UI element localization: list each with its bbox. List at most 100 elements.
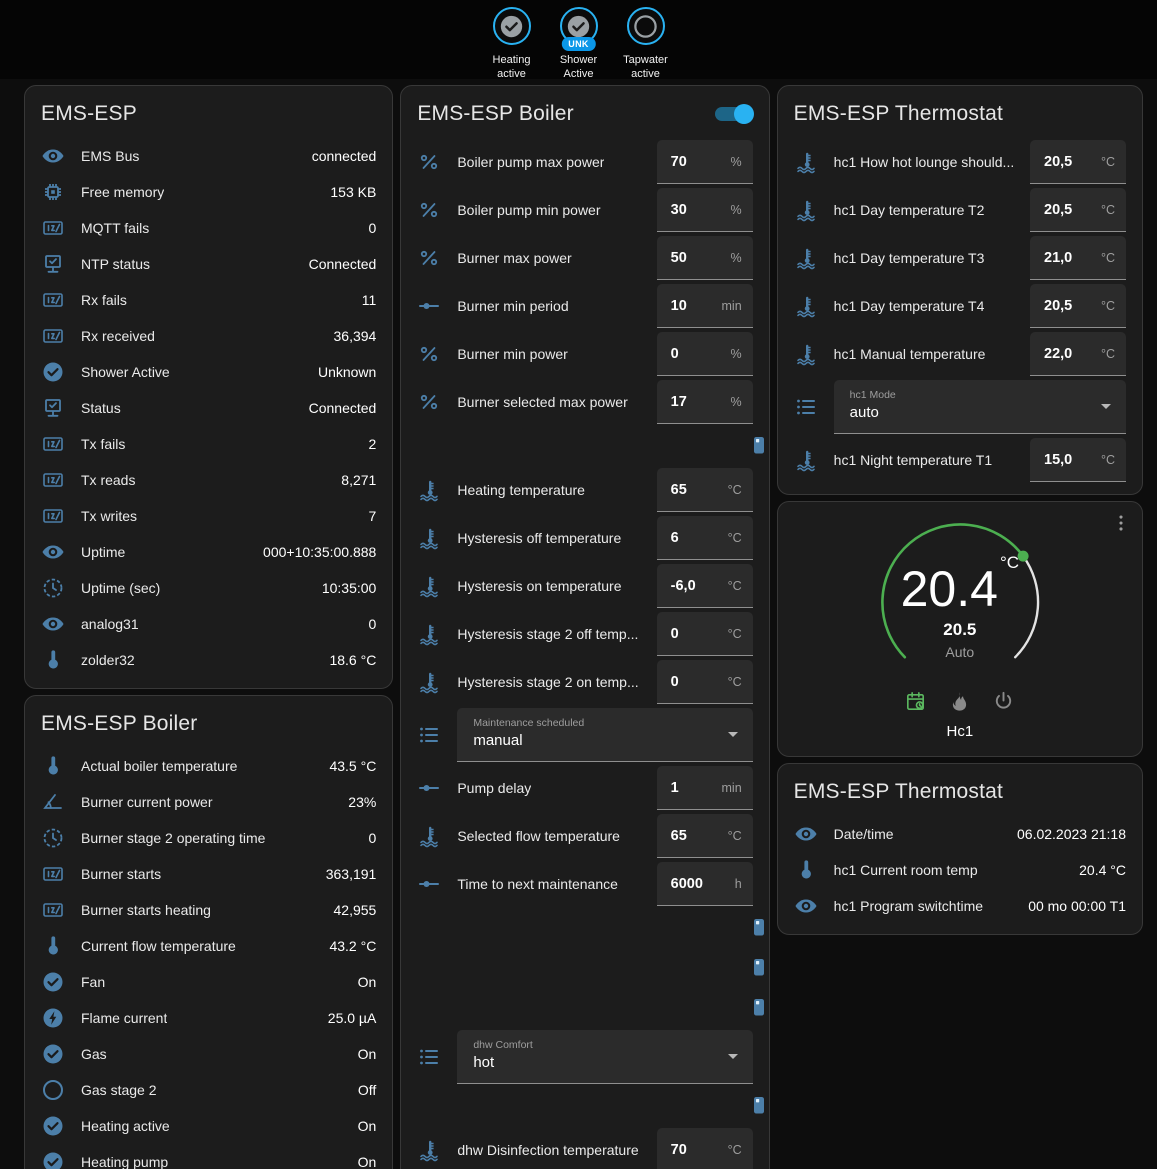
entity-label: hc1 How hot lounge should... [834, 154, 1015, 170]
entity-row[interactable]: Flame current25.0 µA [25, 1000, 392, 1036]
entity-row[interactable]: Date/time06.02.2023 21:18 [778, 816, 1142, 852]
entity-row[interactable]: Rx received36,394 [25, 318, 392, 354]
entity-row[interactable]: Tx fails2 [25, 426, 392, 462]
entity-row[interactable]: Shower ActiveUnknown [25, 354, 392, 390]
check-circle-icon [41, 1150, 65, 1169]
entity-label: Actual boiler temperature [81, 758, 237, 774]
entity-row[interactable]: Burner starts heating42,955 [25, 892, 392, 928]
calendar-clock-icon[interactable] [904, 690, 928, 714]
number-input-burner-min-period[interactable]: 10min [657, 284, 753, 328]
entity-label: hc1 Night temperature T1 [834, 452, 993, 468]
entity-row[interactable]: FanOn [25, 964, 392, 1000]
entity-row: Maintenance scheduledmanual [401, 706, 768, 764]
number-value: 1 [671, 780, 679, 796]
number-input-pump-delay[interactable]: 1min [657, 766, 753, 810]
water-boiler-icon [747, 996, 770, 1020]
number-value: 20,5 [1044, 298, 1072, 314]
number-input-hc1-night-temperature-t1[interactable]: 15,0°C [1030, 438, 1126, 482]
right-column: EMS-ESP Thermostat hc1 How hot lounge sh… [777, 85, 1143, 935]
thermostat-dial[interactable]: 20.4°C 20.5 Auto [860, 520, 1060, 688]
number-unit: °C [1101, 347, 1115, 361]
entity-row[interactable]: Uptime (sec)10:35:00 [25, 570, 392, 606]
badge-shower-active[interactable]: UNK Shower Active [548, 7, 610, 82]
entity-row: Boiler pump min power30% [401, 186, 768, 234]
entity-row[interactable]: MQTT fails0 [25, 210, 392, 246]
entity-row[interactable]: Free memory153 KB [25, 174, 392, 210]
number-input-boiler-pump-max-power[interactable]: 70% [657, 140, 753, 184]
entity-row[interactable]: Tx reads8,271 [25, 462, 392, 498]
number-unit: h [735, 877, 742, 891]
counter-icon [41, 216, 65, 240]
entity-row: Hysteresis stage 2 off temp...0°C [401, 610, 768, 658]
entity-label: Free memory [81, 184, 164, 200]
select-hc1-mode[interactable]: hc1 Modeauto [834, 380, 1126, 434]
entity-row[interactable]: zolder3218.6 °C [25, 642, 392, 678]
entity-row[interactable]: hc1 Program switchtime00 mo 00:00 T1 [778, 888, 1142, 924]
fire-icon[interactable] [948, 690, 972, 714]
entity-row[interactable]: StatusConnected [25, 390, 392, 426]
number-input-heating-temperature[interactable]: 65°C [657, 468, 753, 512]
entity-row[interactable]: Actual boiler temperature 43.5 °C [25, 748, 392, 784]
entity-state: 43.2 °C [319, 938, 376, 954]
circle-outline-icon [632, 13, 659, 40]
number-input-hc1-day-temperature-t2[interactable]: 20,5°C [1030, 188, 1126, 232]
format-list-icon [794, 395, 818, 419]
entity-row[interactable]: Burner stage 2 operating time0 [25, 820, 392, 856]
number-input-hysteresis-stage-2-off-temp[interactable]: 0°C [657, 612, 753, 656]
eye-icon [794, 894, 818, 918]
number-input-boiler-pump-min-power[interactable]: 30% [657, 188, 753, 232]
thermometer-icon [794, 858, 818, 882]
number-input-burner-min-power[interactable]: 0% [657, 332, 753, 376]
select-maintenance-scheduled[interactable]: Maintenance scheduledmanual [457, 708, 752, 762]
entity-state: 43.5 °C [319, 758, 376, 774]
number-unit: % [731, 347, 742, 361]
entity-row[interactable]: Rx fails11 [25, 282, 392, 318]
select-dhw-comfort[interactable]: dhw Comforthot [457, 1030, 752, 1084]
entity-label: Hysteresis on temperature [457, 578, 621, 594]
entity-row[interactable]: Uptime000+10:35:00.888 [25, 534, 392, 570]
number-input-hc1-manual-temperature[interactable]: 22,0°C [1030, 332, 1126, 376]
entity-row[interactable]: analog310 [25, 606, 392, 642]
entity-label: Boiler pump max power [457, 154, 604, 170]
entity-row[interactable]: hc1 Current room temp20.4 °C [778, 852, 1142, 888]
number-input-hysteresis-off-temperature[interactable]: 6°C [657, 516, 753, 560]
number-unit: °C [728, 829, 742, 843]
power-icon[interactable] [992, 690, 1016, 714]
entity-row[interactable]: Tx writes7 [25, 498, 392, 534]
select-floating-label: hc1 Mode [850, 389, 1092, 401]
select-floating-label: Maintenance scheduled [473, 717, 718, 729]
number-input-dhw-disinfection-temperature[interactable]: 70°C [657, 1128, 753, 1169]
number-input-hc1-how-hot-lounge-should[interactable]: 20,5°C [1030, 140, 1126, 184]
number-input-time-to-next-maintenance[interactable]: 6000h [657, 862, 753, 906]
entity-row[interactable]: EMS Busconnected [25, 138, 392, 174]
number-input-hysteresis-on-temperature[interactable]: -6,0°C [657, 564, 753, 608]
entity-row[interactable]: NTP statusConnected [25, 246, 392, 282]
number-input-hc1-day-temperature-t3[interactable]: 21,0°C [1030, 236, 1126, 280]
entity-row[interactable]: Burner current power23% [25, 784, 392, 820]
entity-row[interactable]: GasOn [25, 1036, 392, 1072]
entity-row[interactable]: Gas stage 2Off [25, 1072, 392, 1108]
entity-row[interactable]: Burner starts363,191 [25, 856, 392, 892]
number-input-hc1-day-temperature-t4[interactable]: 20,5°C [1030, 284, 1126, 328]
entity-state: Off [348, 1082, 376, 1098]
number-input-burner-selected-max-power[interactable]: 17% [657, 380, 753, 424]
number-input-hysteresis-stage-2-on-temp[interactable]: 0°C [657, 660, 753, 704]
entity-state: Connected [299, 400, 377, 416]
entity-state: 7 [359, 508, 377, 524]
badge-circle [493, 7, 531, 45]
entity-row[interactable]: Current flow temperature43.2 °C [25, 928, 392, 964]
counter-icon [41, 432, 65, 456]
entity-row[interactable]: Heating pumpOn [25, 1144, 392, 1169]
card-thermostat-controls: EMS-ESP Thermostat hc1 How hot lounge sh… [777, 85, 1143, 495]
overflow-menu-icon[interactable] [1110, 512, 1134, 536]
number-input-burner-max-power[interactable]: 50% [657, 236, 753, 280]
badge-tapwater-active[interactable]: Tapwater active [615, 7, 677, 82]
entity-state: On [348, 1046, 377, 1062]
boiler-power-toggle[interactable] [715, 107, 753, 121]
coolant-icon [417, 622, 441, 646]
entity-row[interactable]: Heating activeOn [25, 1108, 392, 1144]
check-circle-icon [498, 13, 525, 40]
badge-heating-active[interactable]: Heating active [481, 7, 543, 82]
number-input-selected-flow-temperature[interactable]: 65°C [657, 814, 753, 858]
entity-state: 000+10:35:00.888 [253, 544, 376, 560]
